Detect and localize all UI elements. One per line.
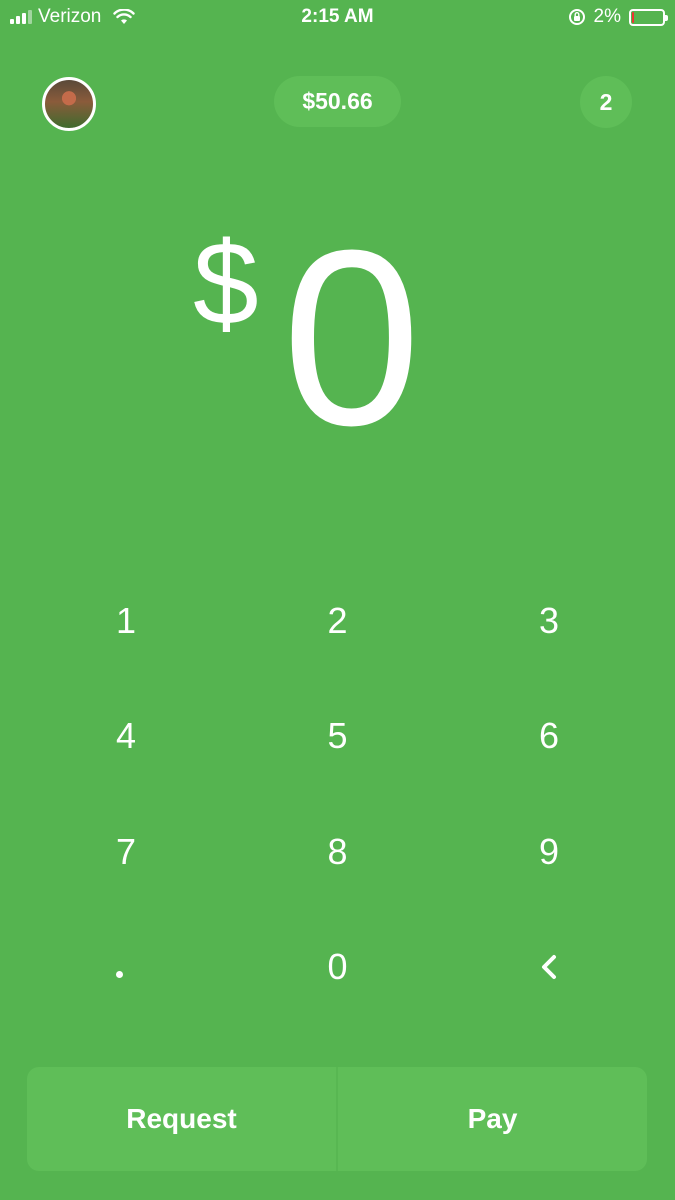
action-divider [336, 1067, 338, 1171]
key-5[interactable]: 5 [252, 679, 423, 795]
key-8[interactable]: 8 [252, 794, 423, 910]
decimal-point-icon [116, 970, 123, 978]
battery-icon [629, 8, 668, 26]
key-1[interactable]: 1 [0, 563, 252, 679]
action-bar: Request Pay [27, 1067, 647, 1171]
battery-percent: 2% [593, 6, 621, 27]
key-9[interactable]: 9 [423, 794, 675, 910]
key-3[interactable]: 3 [423, 563, 675, 679]
key-decimal[interactable] [0, 910, 252, 1026]
activity-count: 2 [599, 88, 613, 115]
chevron-left-icon [542, 955, 556, 980]
currency-symbol: $ [193, 218, 259, 350]
status-bar: Verizon 2:15 AM 2% [0, 0, 675, 36]
key-7[interactable]: 7 [0, 794, 252, 910]
key-0[interactable]: 0 [252, 910, 423, 1026]
key-6[interactable]: 6 [423, 679, 675, 795]
profile-avatar[interactable] [42, 77, 96, 131]
keypad: 1 2 3 4 5 6 7 8 9 0 [0, 563, 675, 1025]
pay-button[interactable]: Pay [338, 1067, 647, 1171]
key-backspace[interactable] [423, 910, 675, 1026]
rotation-lock-icon [568, 9, 585, 25]
amount-display: $ 0 [0, 198, 675, 477]
key-2[interactable]: 2 [252, 563, 423, 679]
amount-value: 0 [282, 198, 422, 477]
status-right: 2% [568, 6, 668, 28]
balance-button[interactable]: $50.66 [274, 76, 401, 127]
activity-badge[interactable]: 2 [580, 76, 632, 128]
key-4[interactable]: 4 [0, 679, 252, 795]
balance-amount: $50.66 [302, 88, 373, 114]
request-button[interactable]: Request [27, 1067, 336, 1171]
